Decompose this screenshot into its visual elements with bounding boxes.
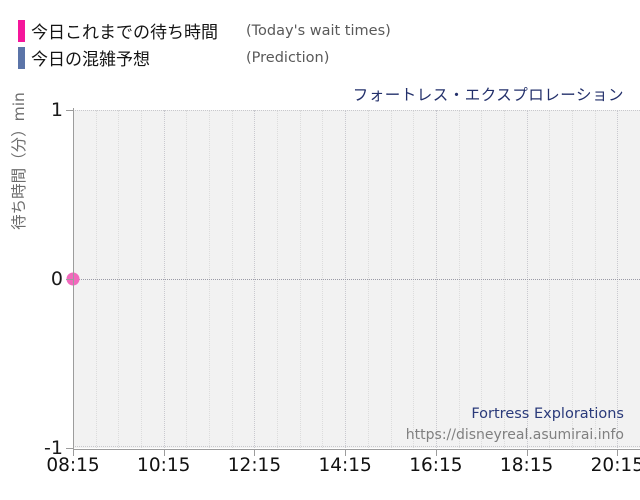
x-axis-spine xyxy=(73,449,640,450)
x-tick-label: 20:15 xyxy=(590,455,640,476)
chart-legend: 今日これまでの待ち時間 (Today's wait times) 今日の混雑予想… xyxy=(18,17,618,71)
legend-label-jp-today-actual: 今日これまでの待ち時間 xyxy=(31,23,218,43)
legend-item-prediction: 今日の混雑予想 (Prediction) xyxy=(18,44,618,71)
x-tick-mark xyxy=(526,450,528,456)
x-tick-label: 08:15 xyxy=(46,455,100,476)
y-tick-mark xyxy=(66,448,73,449)
y-tick-mark xyxy=(66,279,73,280)
y-tick-mark xyxy=(66,110,73,111)
legend-label-en-today-actual: (Today's wait times) xyxy=(246,22,391,39)
plot-top-edge xyxy=(73,110,640,112)
y-tick-label: 1 xyxy=(50,99,63,121)
legend-label-jp-prediction: 今日の混雑予想 xyxy=(31,50,150,70)
x-tick-mark xyxy=(617,450,619,456)
chart-title: フォートレス・エクスプロレーション xyxy=(352,86,624,104)
plot-area xyxy=(66,110,640,448)
x-tick-mark xyxy=(435,450,437,456)
plot-bottom-edge xyxy=(73,446,640,448)
legend-label-en-prediction: (Prediction) xyxy=(246,49,330,66)
x-tick-label: 10:15 xyxy=(137,455,191,476)
x-tick-mark xyxy=(254,450,256,456)
attribution: Fortress Explorations https://disneyreal… xyxy=(406,404,624,445)
x-tick-label: 12:15 xyxy=(227,455,282,476)
zero-baseline xyxy=(73,279,640,281)
attribution-url: https://disneyreal.asumirai.info xyxy=(405,427,624,444)
legend-item-today-actual: 今日これまでの待ち時間 (Today's wait times) xyxy=(18,17,618,44)
x-tick-mark xyxy=(163,450,165,456)
x-tick-mark xyxy=(345,450,347,456)
x-tick-label: 14:15 xyxy=(318,455,372,476)
x-tick-label: 18:15 xyxy=(499,455,554,476)
y-axis-spine xyxy=(73,108,74,450)
y-tick-label: 0 xyxy=(50,268,63,290)
attribution-name: Fortress Explorations xyxy=(471,406,624,422)
x-tick-mark xyxy=(73,450,74,456)
x-tick-label: 16:15 xyxy=(409,455,463,476)
